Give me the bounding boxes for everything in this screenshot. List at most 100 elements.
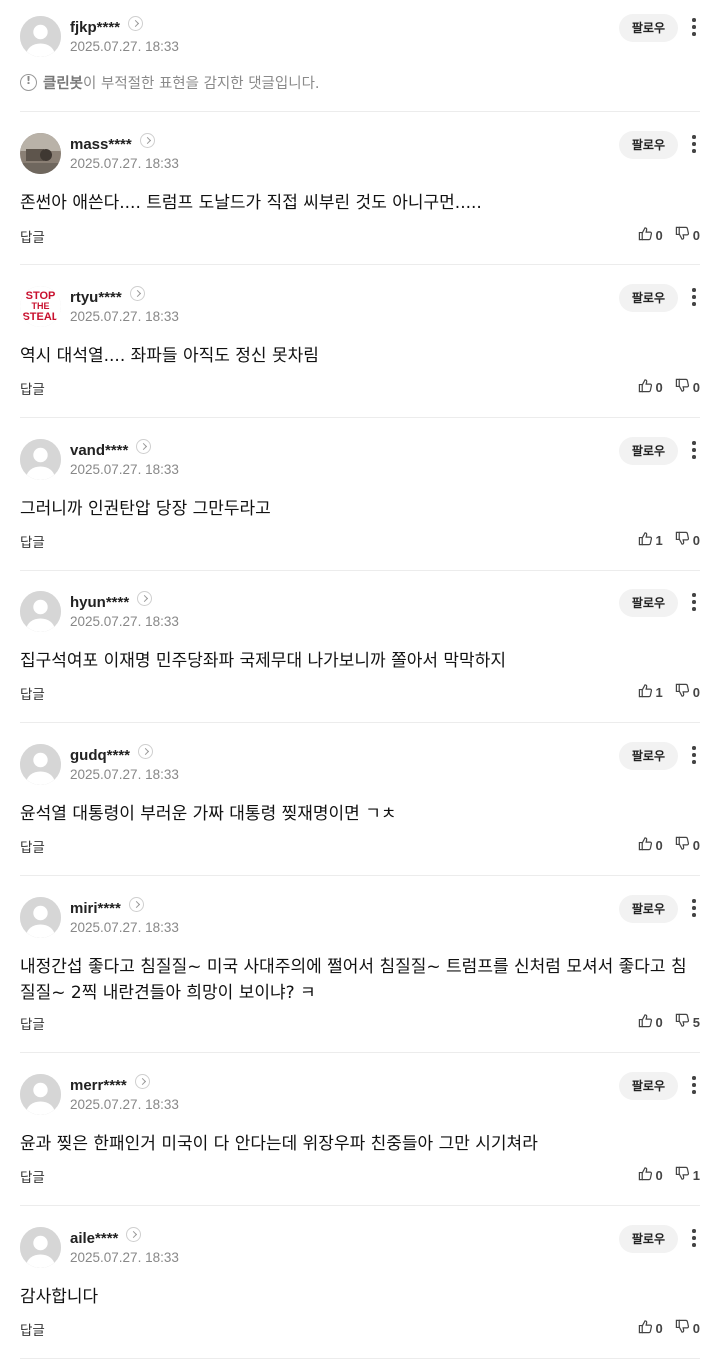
chevron-right-icon[interactable] <box>129 286 145 301</box>
like-button[interactable]: 1 <box>638 531 663 549</box>
reply-button[interactable]: 답글 <box>20 1166 45 1186</box>
thumbs-up-icon <box>638 836 656 854</box>
like-button[interactable]: 0 <box>638 1166 663 1184</box>
divider <box>20 1052 700 1053</box>
dislike-button[interactable]: 5 <box>675 1013 700 1031</box>
reply-button[interactable]: 답글 <box>20 836 45 856</box>
nickname-text: mass**** <box>70 136 132 153</box>
divider <box>20 1358 700 1359</box>
comment-date: 2025.07.27. 18:33 <box>70 1097 179 1112</box>
follow-button[interactable]: 팔로우 <box>618 1225 678 1253</box>
thumbs-up-icon <box>638 226 656 244</box>
like-count: 0 <box>655 1014 663 1030</box>
thumbs-down-icon <box>675 378 693 396</box>
like-button[interactable]: 0 <box>638 1319 663 1337</box>
follow-button[interactable]: 팔로우 <box>618 437 678 465</box>
thumbs-down-icon <box>675 1013 693 1031</box>
comment-text: 윤석열 대통령이 부러운 가짜 대통령 찢재명이면 ㄱㅊ <box>20 804 397 824</box>
more-options-icon[interactable] <box>690 1227 698 1249</box>
nickname[interactable]: gudq**** <box>70 744 153 765</box>
divider <box>20 264 700 265</box>
avatar[interactable] <box>20 16 61 57</box>
nickname-text: vand**** <box>70 442 129 459</box>
more-options-icon[interactable] <box>690 439 698 461</box>
comment-date: 2025.07.27. 18:33 <box>70 767 179 782</box>
more-options-icon[interactable] <box>690 286 698 308</box>
nickname[interactable]: mass**** <box>70 133 155 154</box>
chevron-right-icon[interactable] <box>137 591 153 606</box>
chevron-right-icon[interactable] <box>136 439 152 454</box>
cleanbot-message: 이 부적절한 표현을 감지한 댓글입니다. <box>83 76 320 92</box>
reply-button[interactable]: 답글 <box>20 1319 45 1339</box>
reply-button[interactable]: 답글 <box>20 378 45 398</box>
more-options-icon[interactable] <box>690 591 698 613</box>
dislike-button[interactable]: 0 <box>675 531 700 549</box>
chevron-right-icon[interactable] <box>128 897 144 912</box>
thumbs-up-icon <box>638 683 656 701</box>
follow-button[interactable]: 팔로우 <box>618 895 678 923</box>
reply-button[interactable]: 답글 <box>20 1013 45 1033</box>
nickname[interactable]: hyun**** <box>70 591 153 612</box>
avatar[interactable] <box>20 439 61 480</box>
avatar[interactable]: STOP THE STEAL <box>20 286 61 327</box>
more-options-icon[interactable] <box>690 897 698 919</box>
avatar[interactable] <box>20 1074 61 1115</box>
nickname[interactable]: vand**** <box>70 439 152 460</box>
dislike-button[interactable]: 1 <box>675 1166 700 1184</box>
more-options-icon[interactable] <box>690 133 698 155</box>
thumbs-down-icon <box>675 1166 693 1184</box>
dislike-count: 0 <box>692 532 700 548</box>
comment-date: 2025.07.27. 18:33 <box>70 309 179 324</box>
nickname[interactable]: fjkp**** <box>70 16 144 37</box>
like-button[interactable]: 0 <box>638 1013 663 1031</box>
thumbs-down-icon <box>675 683 693 701</box>
nickname[interactable]: merr**** <box>70 1074 150 1095</box>
chevron-right-icon[interactable] <box>138 744 153 759</box>
chevron-right-icon[interactable] <box>128 16 144 31</box>
dislike-button[interactable]: 0 <box>675 836 700 854</box>
nickname-text: merr**** <box>70 1077 127 1094</box>
vote-bar: 05 <box>626 1013 700 1031</box>
nickname[interactable]: miri**** <box>70 897 144 918</box>
follow-button[interactable]: 팔로우 <box>618 589 678 617</box>
like-button[interactable]: 1 <box>638 683 663 701</box>
avatar[interactable] <box>20 133 61 174</box>
thumbs-up-icon <box>638 531 656 549</box>
nickname-text: rtyu**** <box>70 289 122 306</box>
cleanbot-name: 클린봇 <box>43 76 84 92</box>
dislike-button[interactable]: 0 <box>675 226 700 244</box>
chevron-right-icon[interactable] <box>139 133 155 148</box>
like-button[interactable]: 0 <box>638 226 663 244</box>
dislike-count: 5 <box>692 1014 700 1030</box>
follow-button[interactable]: 팔로우 <box>618 1072 678 1100</box>
vote-bar: 00 <box>626 836 700 854</box>
avatar[interactable] <box>20 744 61 785</box>
comment-text: 집구석여포 이재명 민주당좌파 국제무대 나가보니까 쫄아서 막막하지 <box>20 651 506 671</box>
avatar[interactable] <box>20 897 61 938</box>
thumbs-up-icon <box>638 378 656 396</box>
nickname[interactable]: rtyu**** <box>70 286 145 307</box>
avatar[interactable] <box>20 591 61 632</box>
nickname[interactable]: aile**** <box>70 1227 142 1248</box>
more-options-icon[interactable] <box>690 1074 698 1096</box>
dislike-button[interactable]: 0 <box>675 1319 700 1337</box>
like-button[interactable]: 0 <box>638 378 663 396</box>
more-options-icon[interactable] <box>690 16 698 38</box>
follow-button[interactable]: 팔로우 <box>618 131 678 159</box>
chevron-right-icon[interactable] <box>126 1227 142 1242</box>
avatar[interactable] <box>20 1227 61 1268</box>
dislike-button[interactable]: 0 <box>675 683 700 701</box>
reply-button[interactable]: 답글 <box>20 226 45 246</box>
reply-button[interactable]: 답글 <box>20 683 45 703</box>
more-options-icon[interactable] <box>690 744 698 766</box>
reply-button[interactable]: 답글 <box>20 531 45 551</box>
vote-bar: 10 <box>626 683 700 701</box>
chevron-right-icon[interactable] <box>134 1074 150 1089</box>
like-button[interactable]: 0 <box>638 836 663 854</box>
dislike-button[interactable]: 0 <box>675 378 700 396</box>
divider <box>20 875 700 876</box>
dislike-count: 1 <box>692 1167 700 1183</box>
follow-button[interactable]: 팔로우 <box>618 14 678 42</box>
follow-button[interactable]: 팔로우 <box>618 284 678 312</box>
follow-button[interactable]: 팔로우 <box>618 742 678 770</box>
